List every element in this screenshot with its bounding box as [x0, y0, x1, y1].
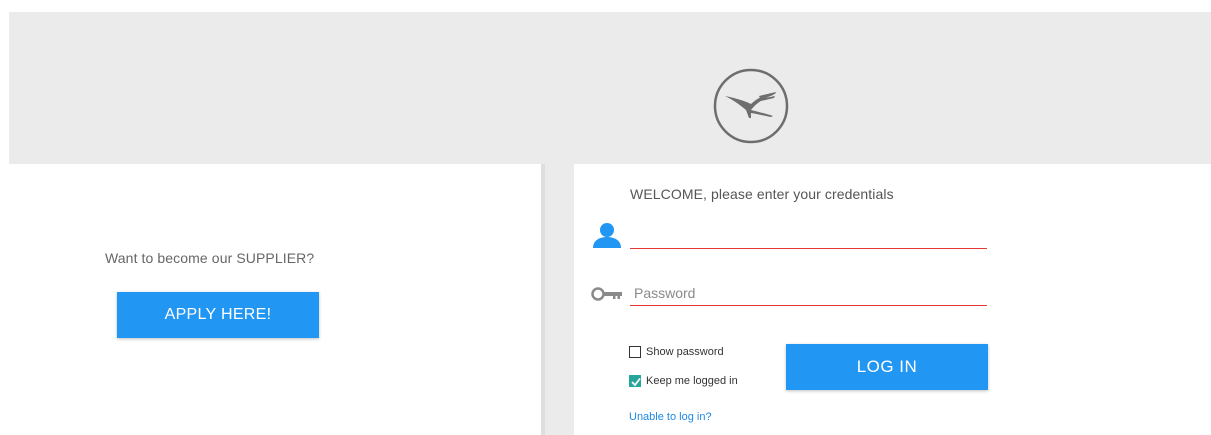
show-password-label: Show password [646, 346, 724, 358]
keep-logged-in-checkbox[interactable] [629, 375, 641, 387]
keep-logged-in-label: Keep me logged in [646, 375, 738, 387]
login-button[interactable]: LOG IN [786, 344, 988, 390]
username-input[interactable] [630, 223, 987, 249]
show-password-row[interactable]: Show password [629, 346, 724, 358]
crane-logo-icon [713, 68, 789, 144]
unable-to-login-link[interactable]: Unable to log in? [629, 411, 712, 423]
user-icon [593, 223, 621, 248]
password-input[interactable] [630, 280, 987, 306]
supplier-prompt: Want to become our SUPPLIER? [105, 250, 315, 266]
keep-logged-in-row[interactable]: Keep me logged in [629, 375, 738, 387]
apply-here-button[interactable]: APPLY HERE! [117, 292, 319, 338]
panel-divider [541, 164, 574, 435]
panel-divider-shadow [541, 164, 545, 435]
show-password-checkbox[interactable] [629, 346, 641, 358]
login-page: Want to become our SUPPLIER? APPLY HERE!… [0, 0, 1211, 435]
header-banner [9, 12, 1211, 164]
key-icon [591, 287, 622, 301]
checkmark-icon [631, 377, 641, 387]
welcome-heading: WELCOME, please enter your credentials [630, 186, 894, 202]
